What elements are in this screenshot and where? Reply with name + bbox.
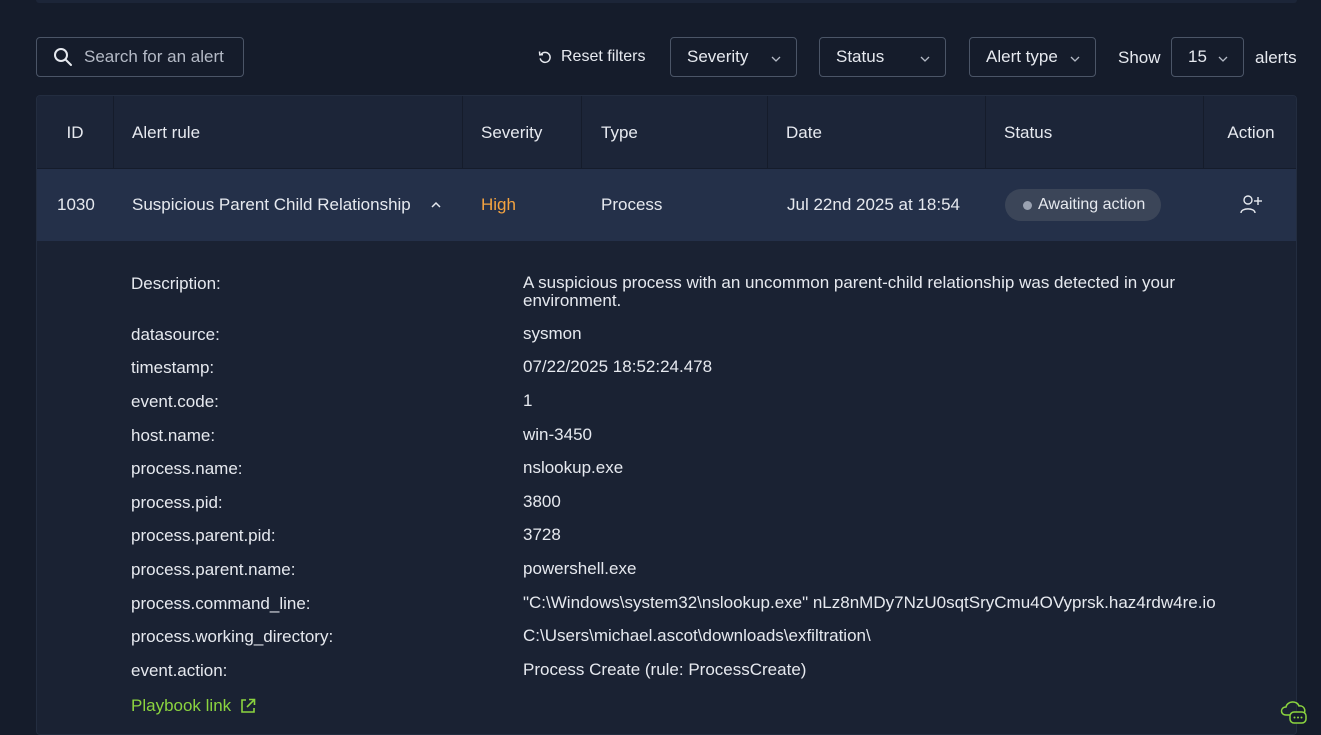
chevron-down-icon xyxy=(771,56,781,62)
detail-value: nslookup.exe xyxy=(523,458,624,477)
detail-value: 1 xyxy=(523,391,533,410)
detail-key: event.action: xyxy=(131,661,228,680)
detail-value: C:\Users\michael.ascot\downloads\exfiltr… xyxy=(523,626,871,645)
collapse-toggle[interactable] xyxy=(429,169,443,241)
detail-key: datasource: xyxy=(131,325,220,344)
search-icon xyxy=(54,48,72,66)
detail-value: 3800 xyxy=(523,492,561,511)
detail-value: Process Create (rule: ProcessCreate) xyxy=(523,660,807,679)
detail-key: host.name: xyxy=(131,426,216,445)
severity-filter[interactable]: Severity xyxy=(670,37,797,77)
header-action: Action xyxy=(1227,122,1275,142)
alert-type-filter-label: Alert type xyxy=(986,47,1058,66)
chevron-down-icon xyxy=(1218,56,1228,62)
alert-rule-name[interactable]: Suspicious Parent Child Relationship xyxy=(132,169,411,241)
alerts-label: alerts xyxy=(1255,48,1297,67)
detail-key: process.pid: xyxy=(131,493,223,512)
alert-id: 1030 xyxy=(57,195,95,214)
show-label: Show xyxy=(1118,48,1161,67)
header-id[interactable]: ID xyxy=(37,96,114,169)
detail-value: "C:\Windows\system32\nslookup.exe" nLz8n… xyxy=(523,593,1216,612)
detail-value: powershell.exe xyxy=(523,559,637,578)
detail-value: win-3450 xyxy=(523,425,592,444)
chevron-up-icon xyxy=(431,201,441,208)
severity-filter-label: Severity xyxy=(687,47,749,66)
chat-support-button[interactable] xyxy=(1277,695,1311,727)
table-header: ID Alert rule Severity Type Date Status … xyxy=(37,96,1296,169)
page-size-select[interactable]: 15 xyxy=(1171,37,1244,77)
status-dot xyxy=(1023,200,1032,210)
alerts-table: ID Alert rule Severity Type Date Status … xyxy=(36,95,1297,735)
status-filter[interactable]: Status xyxy=(819,37,946,77)
page-size-value: 15 xyxy=(1188,47,1207,66)
table-row[interactable]: 1030 Suspicious Parent Child Relationshi… xyxy=(37,169,1296,241)
playbook-link[interactable]: Playbook link xyxy=(131,696,257,716)
search-box[interactable] xyxy=(36,37,244,77)
search-input[interactable] xyxy=(84,47,234,67)
reset-filters-label: Reset filters xyxy=(561,48,646,65)
chat-support-icon xyxy=(1280,701,1307,724)
header-date[interactable]: Date xyxy=(768,96,986,169)
detail-key: Description: xyxy=(131,274,221,293)
reset-icon xyxy=(538,51,551,64)
external-link-icon xyxy=(241,698,256,713)
top-panel-edge xyxy=(36,0,1297,3)
filter-toolbar: Reset filters Severity Status Alert type… xyxy=(36,37,1298,77)
assign-user-icon xyxy=(1240,195,1262,214)
reset-filters-button[interactable]: Reset filters xyxy=(538,45,645,69)
status-label: Awaiting action xyxy=(1038,196,1146,213)
alert-details: Description: A suspicious process with a… xyxy=(37,241,1296,734)
detail-key: process.name: xyxy=(131,459,243,478)
detail-key: process.command_line: xyxy=(131,594,311,613)
chevron-down-icon xyxy=(920,56,930,62)
date-value: Jul 22nd 2025 at 18:54 xyxy=(787,195,960,214)
detail-key: process.parent.pid: xyxy=(131,526,276,545)
detail-key: process.parent.name: xyxy=(131,560,296,579)
detail-value: sysmon xyxy=(523,324,582,343)
detail-value: A suspicious process with an uncommon pa… xyxy=(523,273,1176,310)
header-severity[interactable]: Severity xyxy=(463,96,582,169)
chevron-down-icon xyxy=(1070,56,1080,62)
assign-user-button[interactable] xyxy=(1239,169,1263,241)
status-cell: Awaiting action xyxy=(1005,169,1162,241)
severity-value: High xyxy=(481,195,516,214)
playbook-link-label: Playbook link xyxy=(131,696,232,715)
type-value: Process xyxy=(601,195,663,214)
header-type[interactable]: Type xyxy=(582,96,768,169)
header-alert-rule[interactable]: Alert rule xyxy=(114,96,463,169)
detail-key: process.working_directory: xyxy=(131,627,334,646)
detail-key: timestamp: xyxy=(131,358,215,377)
detail-value: 07/22/2025 18:52:24.478 xyxy=(523,357,713,376)
detail-key: event.code: xyxy=(131,392,219,411)
header-status[interactable]: Status xyxy=(986,96,1204,169)
detail-value: 3728 xyxy=(523,525,561,544)
status-filter-label: Status xyxy=(836,47,885,66)
alert-type-filter[interactable]: Alert type xyxy=(969,37,1096,77)
status-badge: Awaiting action xyxy=(1005,189,1162,221)
